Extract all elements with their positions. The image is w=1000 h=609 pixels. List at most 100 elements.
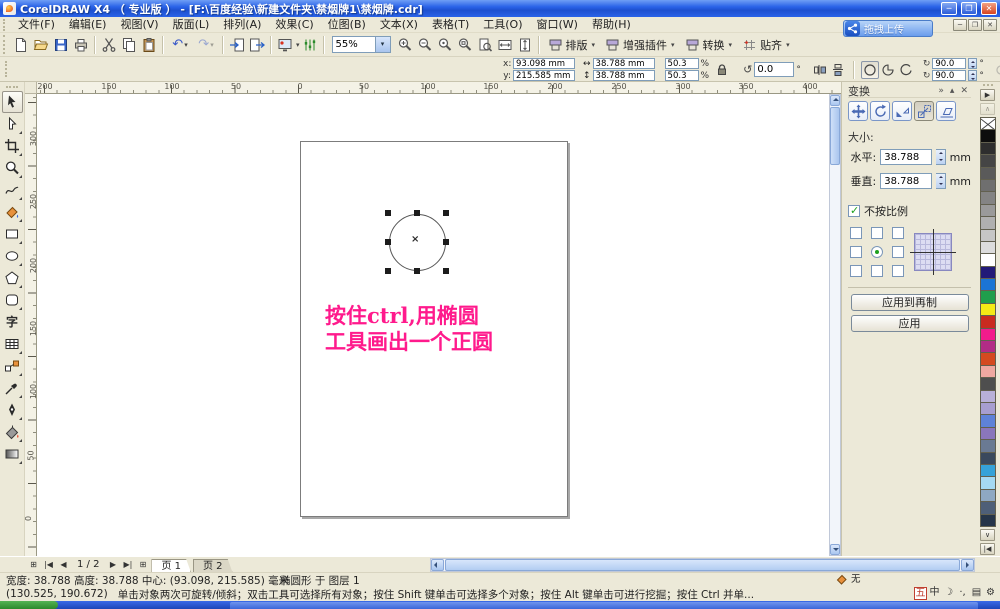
menu-item[interactable]: 排列(A) [216, 17, 268, 32]
object-x-field[interactable] [513, 58, 575, 69]
scroll-down-icon[interactable] [830, 544, 840, 555]
rotation-angle-field[interactable] [754, 62, 794, 77]
apply-button[interactable]: 应用 [851, 315, 969, 332]
object-y-field[interactable] [513, 70, 575, 81]
color-swatch[interactable] [980, 179, 996, 192]
no-color-swatch[interactable] [980, 117, 996, 130]
color-swatch[interactable] [980, 402, 996, 415]
anchor-bottom-center[interactable] [871, 265, 883, 277]
color-swatch[interactable] [980, 439, 996, 452]
anchor-middle-left[interactable] [850, 246, 862, 258]
color-swatch[interactable] [980, 241, 996, 254]
color-swatch[interactable] [980, 328, 996, 341]
fill-tool[interactable] [2, 421, 23, 443]
drawing-canvas[interactable]: × 按住ctrl,用椭圆 工具画出一个正圆 [37, 94, 829, 556]
color-swatch[interactable] [980, 390, 996, 403]
color-swatch[interactable] [980, 377, 996, 390]
doc-minimize-button[interactable]: ─ [953, 19, 967, 31]
launcher-caret-icon[interactable]: ▾ [296, 41, 300, 49]
application-launcher-icon[interactable] [275, 35, 295, 55]
transform-skew-button[interactable] [936, 101, 956, 121]
zoom-out-icon[interactable] [415, 35, 435, 55]
open-icon[interactable] [31, 35, 51, 55]
anchor-top-right[interactable] [892, 227, 904, 239]
redo-button[interactable]: ↷▾ [193, 35, 219, 55]
color-swatch[interactable] [980, 290, 996, 303]
horizontal-size-spinner[interactable] [936, 149, 945, 165]
add-page-after-icon[interactable]: ⊞ [136, 558, 149, 571]
zoom-selected-icon[interactable] [435, 35, 455, 55]
scroll-left-icon[interactable] [431, 559, 444, 571]
start-angle-spinner[interactable] [968, 58, 977, 69]
selection-handle-sw[interactable] [385, 268, 391, 274]
save-icon[interactable] [51, 35, 71, 55]
page-tab[interactable]: 页 2 [193, 559, 233, 573]
object-width-field[interactable] [593, 58, 655, 69]
polygon-tool[interactable] [2, 267, 23, 289]
table-tool[interactable] [2, 333, 23, 355]
zoom-to-height-icon[interactable] [515, 35, 535, 55]
typeset-button[interactable]: 排版▾ [543, 36, 601, 54]
transform-position-button[interactable] [848, 101, 868, 121]
copy-icon[interactable] [119, 35, 139, 55]
interactive-blend-tool[interactable] [2, 355, 23, 377]
undo-caret-icon[interactable]: ▾ [184, 41, 188, 49]
zoom-combo-caret-icon[interactable]: ▾ [375, 37, 390, 52]
palette-scroll-up-icon[interactable]: ∧ [980, 103, 995, 115]
palette-scroll-down-icon[interactable]: ∨ [980, 529, 995, 541]
pie-mode-button[interactable] [879, 61, 897, 79]
zoom-all-objects-icon[interactable] [455, 35, 475, 55]
ime-mode-icon[interactable]: ☽ [942, 587, 955, 600]
color-swatch[interactable] [980, 191, 996, 204]
scroll-up-icon[interactable] [830, 95, 840, 106]
ime-keyboard-icon[interactable]: ▤ [970, 587, 983, 600]
selection-handle-s[interactable] [414, 268, 420, 274]
redo-caret-icon[interactable]: ▾ [210, 41, 214, 49]
color-swatch[interactable] [980, 154, 996, 167]
horizontal-scroll-thumb[interactable] [445, 559, 960, 571]
color-swatch[interactable] [980, 452, 996, 465]
color-swatch[interactable] [980, 476, 996, 489]
ellipse-end-angle-field[interactable] [932, 70, 966, 81]
lock-ratio-icon[interactable] [713, 61, 731, 79]
close-button[interactable]: ✕ [981, 2, 997, 15]
paste-icon[interactable] [139, 35, 159, 55]
text-tool[interactable]: 字 [2, 311, 23, 333]
snap-button[interactable]: 贴齐▾ [737, 36, 795, 54]
new-document-icon[interactable] [11, 35, 31, 55]
ime-language-icon[interactable]: 中 [928, 587, 941, 600]
ellipse-tool[interactable] [2, 245, 23, 267]
ellipse-mode-button[interactable] [861, 61, 879, 79]
eyedropper-tool[interactable] [2, 377, 23, 399]
color-swatch[interactable] [980, 142, 996, 155]
anchor-bottom-right[interactable] [892, 265, 904, 277]
selection-handle-se[interactable] [443, 268, 449, 274]
taskbar-window-button[interactable] [230, 602, 978, 609]
color-swatch[interactable] [980, 489, 996, 502]
color-swatch[interactable] [980, 315, 996, 328]
palette-expand-icon[interactable]: |◀ [980, 543, 995, 555]
rectangle-tool[interactable] [2, 223, 23, 245]
doc-close-button[interactable]: ✕ [983, 19, 997, 31]
zoom-to-width-icon[interactable] [495, 35, 515, 55]
zoom-tool[interactable] [2, 157, 23, 179]
options-icon[interactable] [300, 35, 320, 55]
menu-item[interactable]: 位图(B) [321, 17, 373, 32]
print-icon[interactable] [71, 35, 91, 55]
drag-upload-button[interactable]: 拖拽上传 [843, 20, 933, 37]
crop-tool[interactable] [2, 135, 23, 157]
anchor-center-selected[interactable] [871, 246, 883, 258]
anchor-bottom-left[interactable] [850, 265, 862, 277]
apply-to-duplicate-button[interactable]: 应用到再制 [851, 294, 969, 311]
arc-mode-button[interactable] [897, 61, 915, 79]
vertical-size-spinner[interactable] [936, 173, 945, 189]
annotation-text-object[interactable]: 按住ctrl,用椭圆 工具画出一个正圆 [325, 303, 493, 355]
zoom-level-input[interactable] [333, 39, 375, 50]
zoom-to-page-icon[interactable] [475, 35, 495, 55]
selection-handle-ne[interactable] [443, 210, 449, 216]
vertical-size-field[interactable] [880, 173, 932, 189]
selection-handle-e[interactable] [443, 239, 449, 245]
export-icon[interactable] [247, 35, 267, 55]
end-angle-spinner[interactable] [968, 70, 977, 81]
ime-punctuation-icon[interactable]: ·, [956, 587, 969, 600]
